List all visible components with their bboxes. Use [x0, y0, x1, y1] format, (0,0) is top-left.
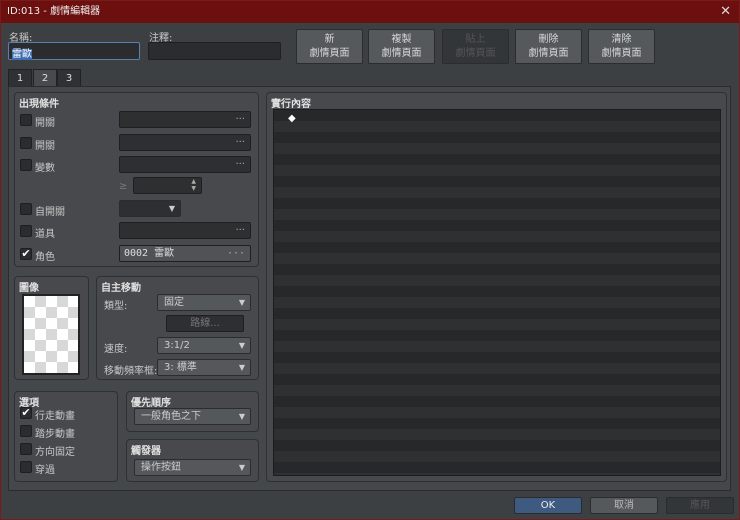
- route-button[interactable]: 路線...: [166, 315, 244, 332]
- copy-page-button[interactable]: 複製 劇情頁面: [368, 29, 435, 64]
- delete-page-button[interactable]: 刪除 劇情頁面: [515, 29, 582, 64]
- priority-value: 一般角色之下: [141, 411, 201, 422]
- switch-2-checkbox[interactable]: [20, 137, 32, 149]
- title-bar: ID:013 - 劇情編輯器 ✕: [1, 1, 739, 23]
- button-line-2: 劇情頁面: [601, 48, 642, 59]
- command-list-item[interactable]: ◆: [288, 113, 296, 124]
- through-checkbox[interactable]: [20, 461, 32, 473]
- speed-value: 3:1/2: [164, 340, 190, 351]
- button-line-2: 劇情頁面: [381, 48, 422, 59]
- switch-1-field[interactable]: ···: [119, 111, 251, 128]
- note-input[interactable]: [148, 42, 281, 60]
- ellipsis-icon[interactable]: ···: [227, 246, 245, 261]
- event-image-preview[interactable]: [22, 294, 80, 375]
- trigger-value: 操作按鈕: [141, 462, 181, 473]
- contents-title: 實行內容: [271, 99, 311, 110]
- tab-page-1[interactable]: 1: [8, 69, 32, 86]
- item-field[interactable]: ···: [119, 222, 251, 239]
- chevron-down-icon: ▼: [238, 412, 245, 421]
- speed-label: 速度:: [104, 344, 128, 355]
- direction-fix-label: 方向固定: [35, 447, 75, 458]
- conditions-title: 出現條件: [19, 99, 59, 110]
- priority-title: 優先順序: [131, 398, 171, 409]
- frequency-select[interactable]: 3: 標準 ▼: [157, 359, 251, 376]
- button-line-2: 劇情頁面: [455, 48, 496, 59]
- button-line-1: 複製: [391, 34, 412, 45]
- switch-2-label: 開關: [35, 141, 55, 152]
- switch-1-label: 開關: [35, 118, 55, 129]
- variable-checkbox[interactable]: [20, 159, 32, 171]
- variable-label: 變數: [35, 163, 55, 174]
- trigger-title: 觸發器: [131, 446, 161, 457]
- type-label: 類型:: [104, 301, 128, 312]
- ellipsis-icon[interactable]: ···: [235, 223, 245, 238]
- movement-type-value: 固定: [164, 297, 184, 308]
- ellipsis-icon[interactable]: ···: [235, 157, 245, 172]
- item-checkbox[interactable]: [20, 225, 32, 237]
- button-line-1: 刪除: [538, 34, 559, 45]
- self-switch-checkbox[interactable]: [20, 203, 32, 215]
- switch-2-field[interactable]: ···: [119, 134, 251, 151]
- cancel-button[interactable]: 取消: [590, 497, 658, 514]
- name-value: 雷歐: [12, 49, 32, 60]
- actor-field[interactable]: 0002 雷歐 ···: [119, 245, 251, 262]
- event-editor-window: ID:013 - 劇情編輯器 ✕ 名稱: 雷歐 注釋: 1 2 3 出現條件 ≥…: [0, 0, 740, 520]
- self-switch-select[interactable]: ▼: [119, 200, 181, 217]
- self-switch-label: 自開關: [35, 207, 65, 218]
- paste-page-button[interactable]: 貼上 劇情頁面: [442, 29, 509, 64]
- button-line-1: 新: [324, 34, 335, 45]
- ok-button[interactable]: OK: [514, 497, 582, 514]
- speed-select[interactable]: 3:1/2 ▼: [157, 337, 251, 354]
- tab-page-3[interactable]: 3: [57, 69, 81, 86]
- actor-label: 角色: [35, 252, 55, 263]
- stepping-anim-label: 踏步動畫: [35, 429, 75, 440]
- variable-field[interactable]: ···: [119, 156, 251, 173]
- trigger-select[interactable]: 操作按鈕 ▼: [134, 459, 251, 476]
- chevron-down-icon: ▼: [238, 341, 245, 350]
- direction-fix-checkbox[interactable]: [20, 443, 32, 455]
- variable-value-spinner[interactable]: ▲ ▼: [133, 177, 202, 194]
- item-label: 道具: [35, 229, 55, 240]
- actor-checkbox[interactable]: ✔: [20, 248, 32, 260]
- spinner-arrows-icon[interactable]: ▲ ▼: [191, 178, 196, 192]
- frequency-value: 3: 標準: [164, 362, 197, 373]
- ellipsis-icon[interactable]: ···: [235, 135, 245, 150]
- switch-1-checkbox[interactable]: [20, 114, 32, 126]
- image-title: 圖像: [19, 283, 39, 294]
- window-title: ID:013 - 劇情編輯器: [7, 6, 101, 17]
- apply-button[interactable]: 應用: [666, 497, 734, 514]
- frequency-label: 移動頻率框:: [104, 366, 158, 377]
- chevron-down-icon: ▼: [168, 204, 175, 213]
- walking-anim-checkbox[interactable]: ✔: [20, 407, 32, 419]
- chevron-down-icon: ▼: [238, 298, 245, 307]
- name-input[interactable]: 雷歐: [8, 42, 140, 60]
- variable-operator: ≥: [119, 181, 128, 192]
- actor-value: 0002 雷歐: [124, 248, 175, 259]
- chevron-down-icon: ▼: [238, 463, 245, 472]
- walking-anim-label: 行走動畫: [35, 411, 75, 422]
- close-icon[interactable]: ✕: [720, 1, 731, 23]
- new-page-button[interactable]: 新劇情頁面: [296, 29, 363, 64]
- chevron-down-icon: ▼: [238, 363, 245, 372]
- button-line-2: 劇情頁面: [528, 48, 569, 59]
- command-list[interactable]: ◆: [273, 109, 721, 476]
- clear-page-button[interactable]: 清除 劇情頁面: [588, 29, 655, 64]
- button-line-1: 清除: [611, 34, 632, 45]
- autonomous-title: 自主移動: [101, 283, 141, 294]
- movement-type-select[interactable]: 固定 ▼: [157, 294, 251, 311]
- button-line-2: 劇情頁面: [309, 48, 350, 59]
- ellipsis-icon[interactable]: ···: [235, 112, 245, 127]
- stepping-anim-checkbox[interactable]: [20, 425, 32, 437]
- priority-select[interactable]: 一般角色之下 ▼: [134, 408, 251, 425]
- through-label: 穿過: [35, 465, 55, 476]
- tab-page-2[interactable]: 2: [33, 69, 57, 86]
- button-line-1: 貼上: [465, 34, 486, 45]
